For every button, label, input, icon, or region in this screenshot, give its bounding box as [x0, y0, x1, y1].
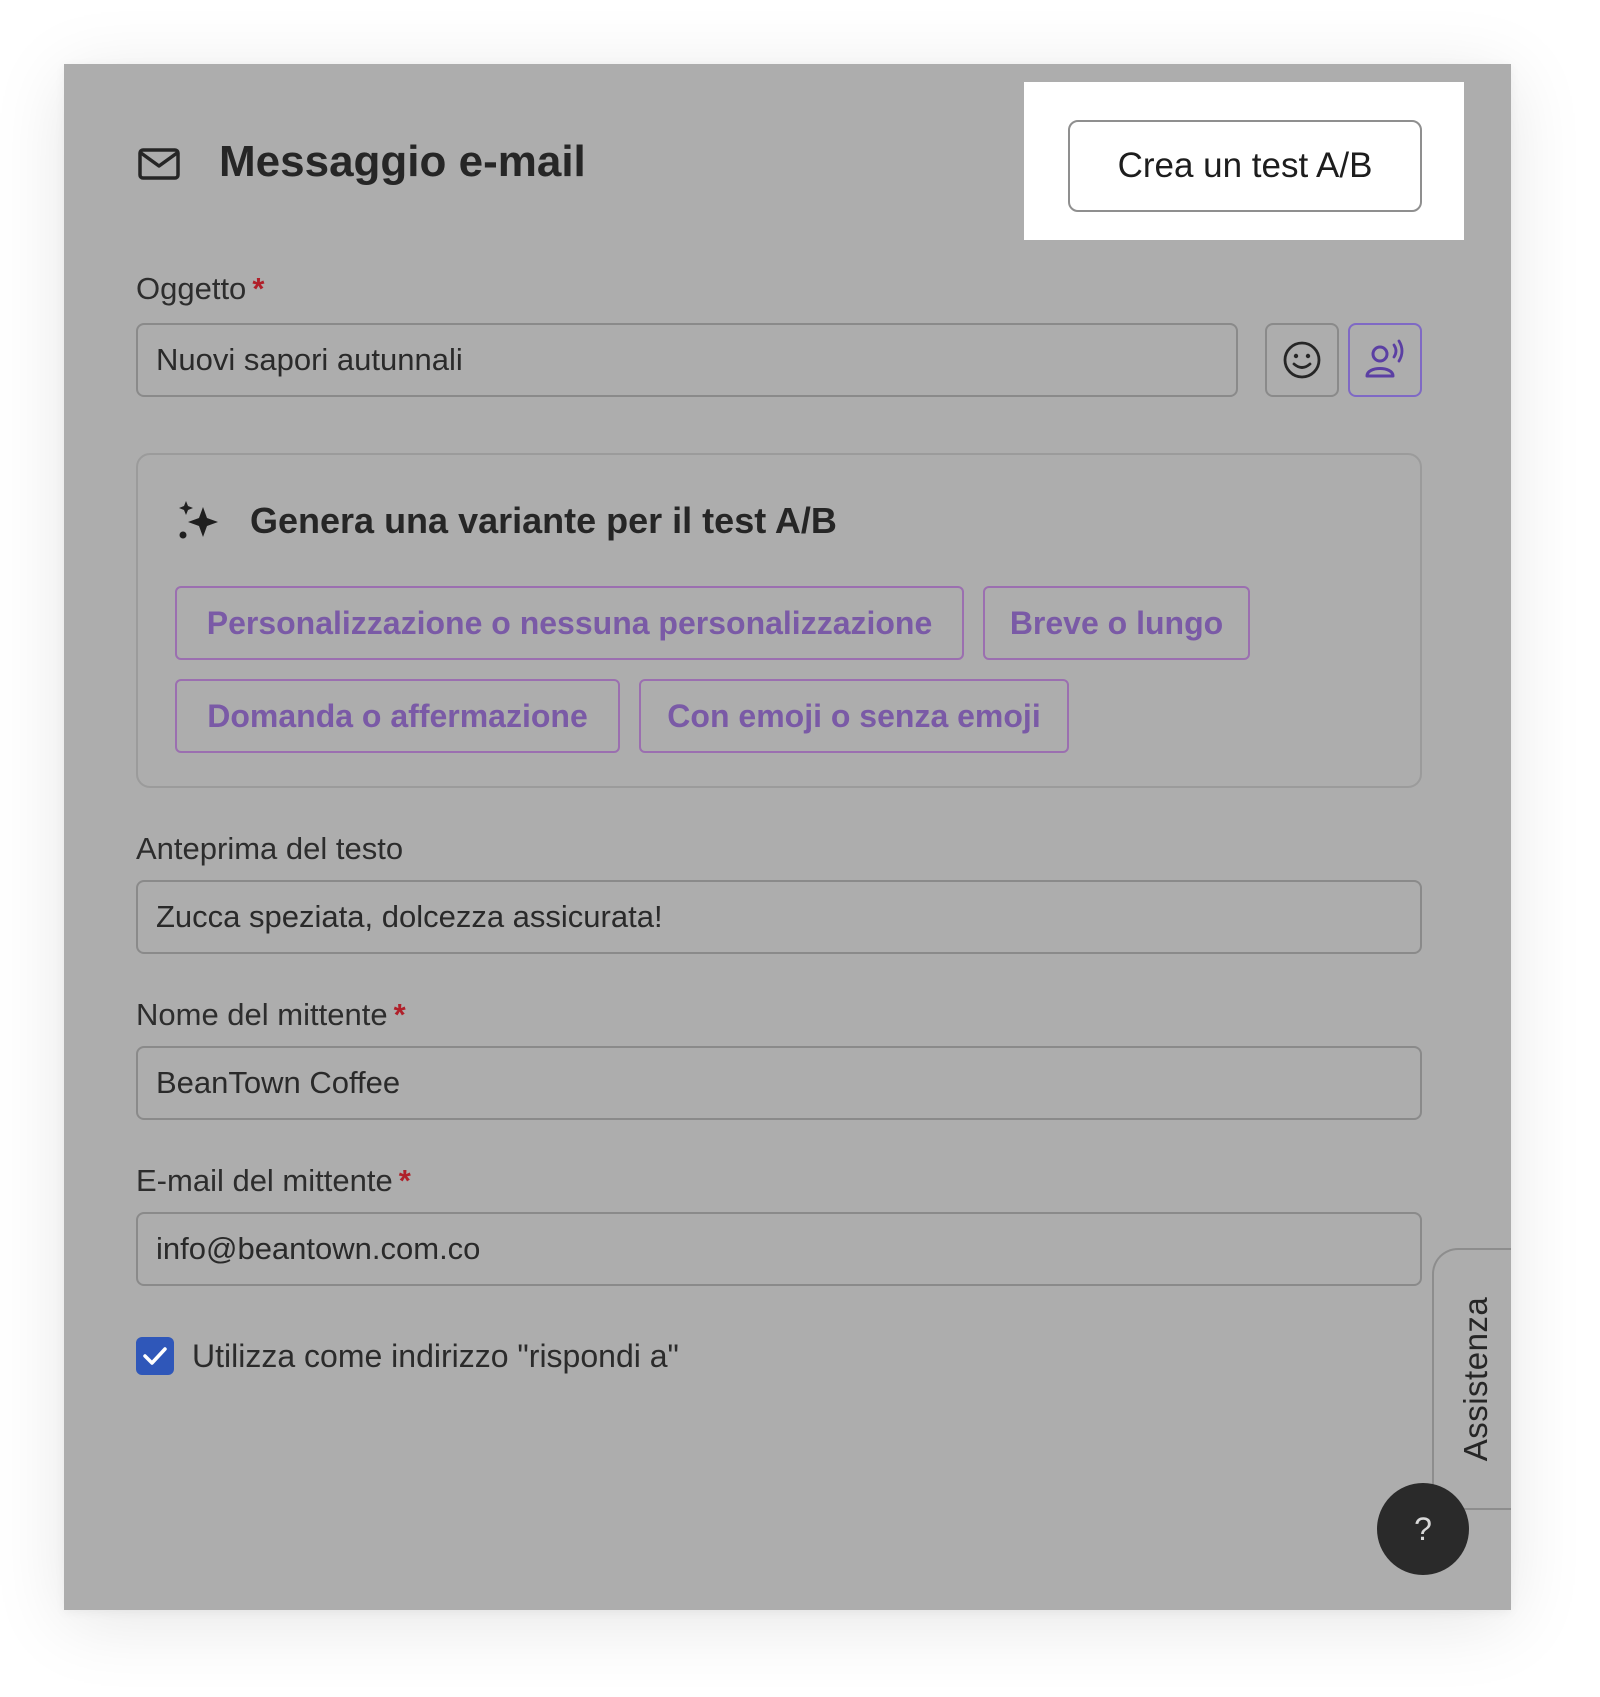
smiley-icon — [1283, 341, 1321, 379]
page-title: Messaggio e-mail — [219, 137, 586, 186]
sender-name-input[interactable] — [136, 1046, 1422, 1120]
subject-label-text: Oggetto — [136, 271, 247, 306]
personalization-button[interactable] — [1348, 323, 1422, 397]
sparkle-icon — [179, 501, 218, 539]
sender-email-label: E-mail del mittente * — [136, 1161, 411, 1201]
help-button[interactable]: ? — [1377, 1483, 1469, 1575]
chip-emoji[interactable]: Con emoji o senza emoji — [639, 679, 1069, 753]
checkmark-icon — [143, 1347, 167, 1365]
reply-to-label: Utilizza come indirizzo "rispondi a" — [192, 1337, 679, 1374]
required-asterisk: * — [398, 1163, 411, 1198]
mail-icon — [138, 148, 180, 180]
preview-text-label: Anteprima del testo — [136, 831, 404, 866]
chip-short-or-long[interactable]: Breve o lungo — [983, 586, 1250, 660]
email-message-panel: Messaggio e-mail Crea un test A/B Oggett… — [64, 64, 1511, 1610]
subject-label: Oggetto * — [136, 269, 264, 309]
sender-email-input[interactable] — [136, 1212, 1422, 1286]
reply-to-option[interactable]: Utilizza come indirizzo "rispondi a" — [136, 1334, 679, 1378]
create-ab-test-button[interactable]: Crea un test A/B — [1068, 120, 1422, 212]
reply-to-checkbox[interactable] — [136, 1337, 174, 1375]
sender-name-label: Nome del mittente * — [136, 995, 406, 1035]
subject-input[interactable] — [136, 323, 1238, 397]
ab-variant-generator: Genera una variante per il test A/B Pers… — [136, 453, 1422, 788]
required-asterisk: * — [252, 271, 265, 306]
speaking-person-icon — [1365, 339, 1404, 378]
sender-name-label-text: Nome del mittente — [136, 997, 388, 1032]
emoji-picker-button[interactable] — [1265, 323, 1339, 397]
chip-personalization[interactable]: Personalizzazione o nessuna personalizza… — [175, 586, 964, 660]
preview-text-input[interactable] — [136, 880, 1422, 954]
required-asterisk: * — [393, 997, 406, 1032]
assistance-tab[interactable]: Assistenza — [1432, 1248, 1511, 1510]
assistance-tab-label: Assistenza — [1457, 1296, 1494, 1462]
chip-question-or-statement[interactable]: Domanda o affermazione — [175, 679, 620, 753]
sender-email-label-text: E-mail del mittente — [136, 1163, 393, 1198]
ab-variant-title: Genera una variante per il test A/B — [250, 500, 837, 541]
